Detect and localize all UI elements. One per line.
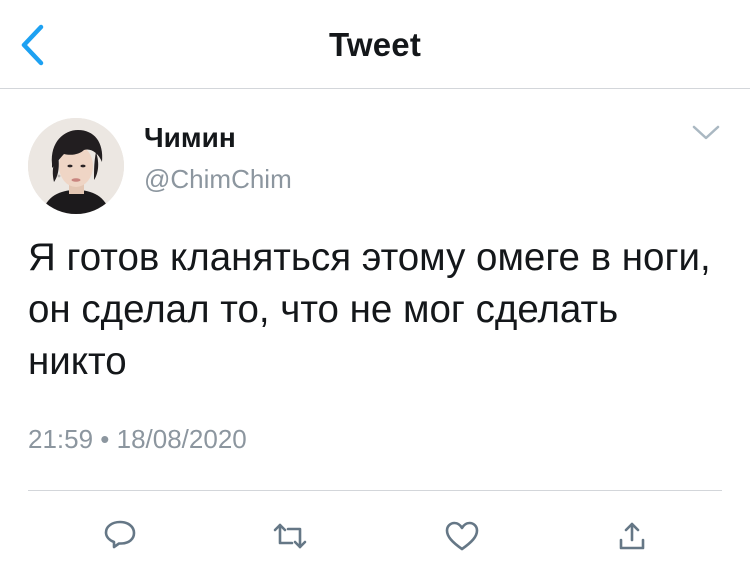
reply-icon <box>103 519 137 553</box>
share-button[interactable] <box>610 514 654 558</box>
page-title: Tweet <box>328 26 422 63</box>
tweet-detail-screen: Tweet Чимин @ChimChim Я готов кланяться … <box>0 0 750 574</box>
retweet-button[interactable] <box>268 514 312 558</box>
avatar[interactable] <box>28 118 124 214</box>
like-button[interactable] <box>440 514 484 558</box>
retweet-icon <box>272 521 308 551</box>
share-icon <box>617 520 647 552</box>
author-display-name[interactable]: Чимин <box>144 122 236 154</box>
reply-button[interactable] <box>98 514 142 558</box>
tweet-timestamp[interactable]: 21:59 • 18/08/2020 <box>28 424 247 455</box>
tweet-text: Я готов кланяться этому омеге в ноги, он… <box>28 236 711 383</box>
divider <box>28 490 722 491</box>
heart-icon <box>444 520 480 552</box>
nav-header: Tweet <box>0 0 750 89</box>
chevron-down-icon <box>691 124 721 142</box>
more-options-button[interactable] <box>686 118 726 148</box>
author-handle[interactable]: @ChimChim <box>144 164 292 195</box>
